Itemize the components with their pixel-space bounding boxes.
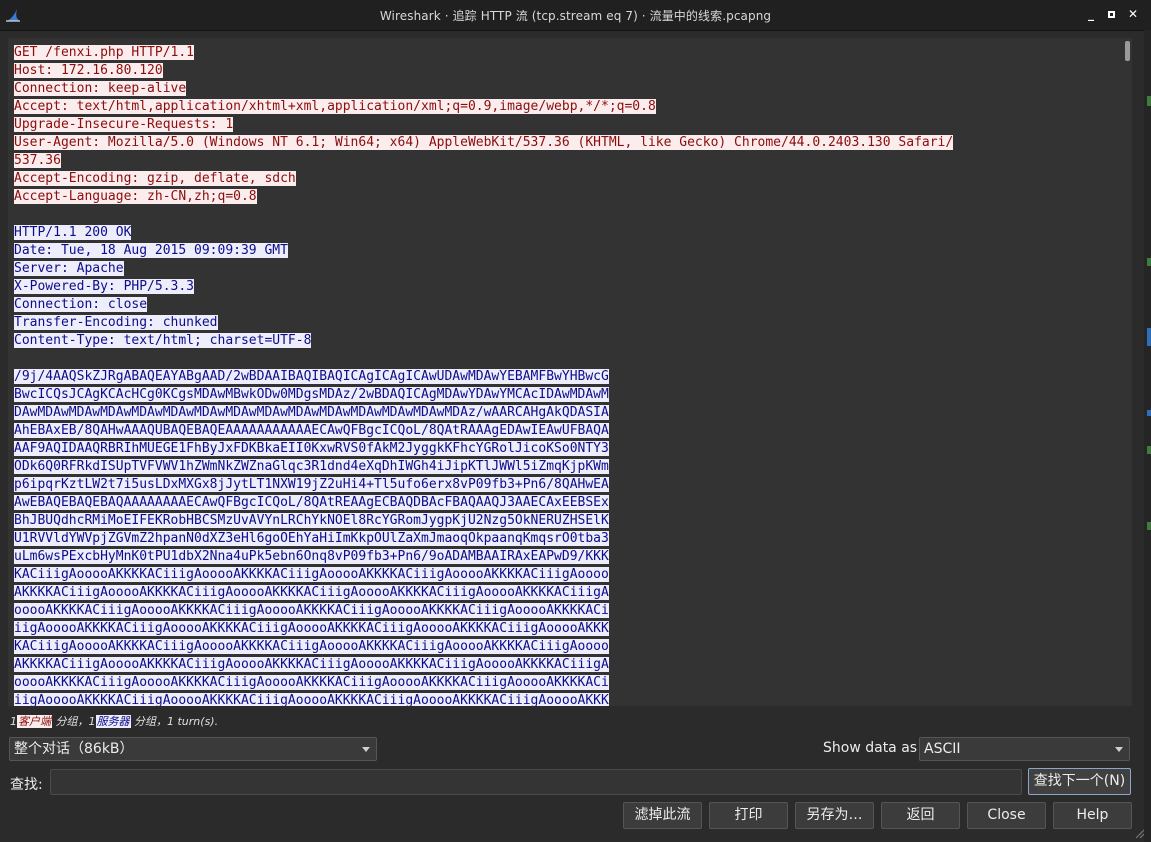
stream-line-server-body: uLm6wsPExcbHyMnK0tPU1dbX2Nna4uPk5ebn6Onq…: [14, 549, 609, 564]
background-marker: [1147, 410, 1151, 416]
stream-line-client: Upgrade-Insecure-Requests: 1: [14, 117, 234, 132]
server-tag: 服务器: [95, 715, 131, 728]
stream-content: GET /fenxi.php HTTP/1.1 Host: 172.16.80.…: [14, 44, 1120, 706]
help-button[interactable]: Help: [1053, 802, 1132, 829]
client-packet-count: 1: [10, 715, 17, 728]
stream-line-server-body: iigAooooAKKKKACiiigAooooAKKKKACiiigAoooo…: [14, 693, 609, 706]
chevron-down-icon: [362, 747, 370, 752]
conversation-select-value: 整个对话（86kB）: [14, 741, 134, 757]
stream-line-client: Accept-Encoding: gzip, deflate, sdch: [14, 171, 296, 186]
find-label: 查找:: [10, 777, 43, 793]
summary-separator: 分组，: [52, 715, 89, 728]
stream-line-server: Content-Type: text/html; charset=UTF-8: [14, 333, 312, 348]
stream-scrollbar-thumb[interactable]: [1125, 41, 1130, 61]
stream-line-server-body: AKKKKACiiigAooooAKKKKACiiigAooooAKKKKACi…: [14, 657, 609, 672]
stream-line-client: GET /fenxi.php HTTP/1.1: [14, 45, 195, 60]
background-window-strip: [1144, 30, 1151, 842]
stream-line-server-body: AwEBAQEBAQEBAQAAAAAAAAECAwQFBgcICQoL/8QA…: [14, 495, 609, 510]
show-data-as-label: Show data as: [823, 740, 918, 756]
client-tag: 客户端: [17, 715, 52, 728]
find-input[interactable]: [50, 769, 1022, 795]
resize-grip-icon[interactable]: [1133, 827, 1145, 839]
stream-line-server-body: AhEBAxEB/8QAHwAAAQUBAQEBAQEAAAAAAAAAAAEC…: [14, 423, 609, 438]
turns-count: 1 turn(s).: [167, 715, 219, 728]
background-marker: [1147, 96, 1151, 106]
stream-line-server: Date: Tue, 18 Aug 2015 09:09:39 GMT: [14, 243, 288, 258]
stream-line-server-body: /9j/4AAQSkZJRgABAQEAYABgAAD/2wBDAAIBAQIB…: [14, 369, 609, 384]
stream-line-server-body: ooooAKKKKACiiigAooooAKKKKACiiigAooooAKKK…: [14, 675, 609, 690]
stream-text-area[interactable]: GET /fenxi.php HTTP/1.1 Host: 172.16.80.…: [8, 38, 1132, 706]
close-window-icon[interactable]: ✕: [1125, 6, 1141, 22]
back-button[interactable]: 返回: [881, 802, 960, 829]
stream-line-server-body: KACiiigAooooAKKKKACiiigAooooAKKKKACiiigA…: [14, 639, 609, 654]
stream-line-client: 537.36: [14, 153, 61, 168]
stream-line-server-body: DAwMDAwMDAwMDAwMDAwMDAwMDAwMDAwMDAwMDAwM…: [14, 405, 609, 420]
save-as-button[interactable]: 另存为…: [795, 802, 874, 829]
stream-line-server-body: ooooAKKKKACiiigAooooAKKKKACiiigAooooAKKK…: [14, 603, 609, 618]
stream-line-server-body: p6ipqrKztLW2t7i5usLDxMXGx8jJytLT1NXW19jZ…: [14, 477, 609, 492]
stream-line-client: Accept: text/html,application/xhtml+xml,…: [14, 99, 656, 114]
minimize-icon[interactable]: _: [1083, 6, 1099, 22]
maximize-icon[interactable]: [1103, 6, 1119, 22]
background-marker: [1147, 446, 1151, 454]
summary-separator: 分组，: [130, 715, 167, 728]
background-marker: [1147, 522, 1151, 530]
filter-out-button[interactable]: 滤掉此流: [623, 802, 702, 829]
stream-line-client: Host: 172.16.80.120: [14, 63, 163, 78]
show-data-as-value: ASCII: [924, 741, 961, 757]
stream-line-server-body: BhJBUQdhcRMiMoEIFEKRobHBCSMzUvAVYnLRChYk…: [14, 513, 609, 528]
stream-line-server: HTTP/1.1 200 OK: [14, 225, 132, 240]
stream-line-server-body: ODk6Q0RFRkdISUpTVFVWV1hZWmNkZWZnaGlqc3R1…: [14, 459, 609, 474]
conversation-select[interactable]: 整个对话（86kB）: [9, 737, 377, 761]
stream-line-server: X-Powered-By: PHP/5.3.3: [14, 279, 195, 294]
title-bar: Wireshark · 追踪 HTTP 流 (tcp.stream eq 7) …: [0, 0, 1151, 31]
print-button[interactable]: 打印: [709, 802, 788, 829]
background-marker: [1147, 328, 1151, 346]
stream-line-server-body: U1RVVldYWVpjZGVmZ2hpanN0dXZ3eHl6goOEhYaH…: [14, 531, 609, 546]
window-title: Wireshark · 追踪 HTTP 流 (tcp.stream eq 7) …: [379, 9, 772, 23]
stream-line-server-body: BwcICQsJCAgKCAcHCg0KCgsMDAwMBwkODw0MDgsM…: [14, 387, 609, 402]
stream-line-server: Server: Apache: [14, 261, 124, 276]
server-response-header-block: HTTP/1.1 200 OK Date: Tue, 18 Aug 2015 0…: [14, 224, 1120, 350]
close-button[interactable]: Close: [967, 802, 1046, 829]
client-request-block: GET /fenxi.php HTTP/1.1 Host: 172.16.80.…: [14, 44, 1120, 206]
stream-line-client: User-Agent: Mozilla/5.0 (Windows NT 6.1;…: [14, 135, 954, 150]
chevron-down-icon: [1115, 747, 1123, 752]
stream-line-server-body: AKKKKACiiigAooooAKKKKACiiigAooooAKKKKACi…: [14, 585, 609, 600]
find-next-button[interactable]: 查找下一个(N): [1028, 768, 1131, 795]
background-marker: [1147, 258, 1151, 266]
stream-line-server-body: AAF9AQIDAAQRBRIhMUEGE1FhByJxFDKBkaEII0Kx…: [14, 441, 609, 456]
stream-line-server: Transfer-Encoding: chunked: [14, 315, 218, 330]
stream-summary: 1客户端 分组，1服务器 分组，1 turn(s).: [10, 713, 218, 729]
stream-line-server-body: iigAooooAKKKKACiiigAooooAKKKKACiiigAoooo…: [14, 621, 609, 636]
stream-line-server: Connection: close: [14, 297, 148, 312]
show-data-as-select[interactable]: ASCII: [919, 737, 1130, 761]
stream-line-client: Connection: keep-alive: [14, 81, 187, 96]
stream-scrollbar[interactable]: [1125, 40, 1132, 704]
stream-line-client: Accept-Language: zh-CN,zh;q=0.8: [14, 189, 257, 204]
stream-line-server-body: KACiiigAooooAKKKKACiiigAooooAKKKKACiiigA…: [14, 567, 609, 582]
server-response-body-block: /9j/4AAQSkZJRgABAQEAYABgAAD/2wBDAAIBAQIB…: [14, 368, 1120, 706]
server-packet-count: 1: [88, 715, 96, 728]
